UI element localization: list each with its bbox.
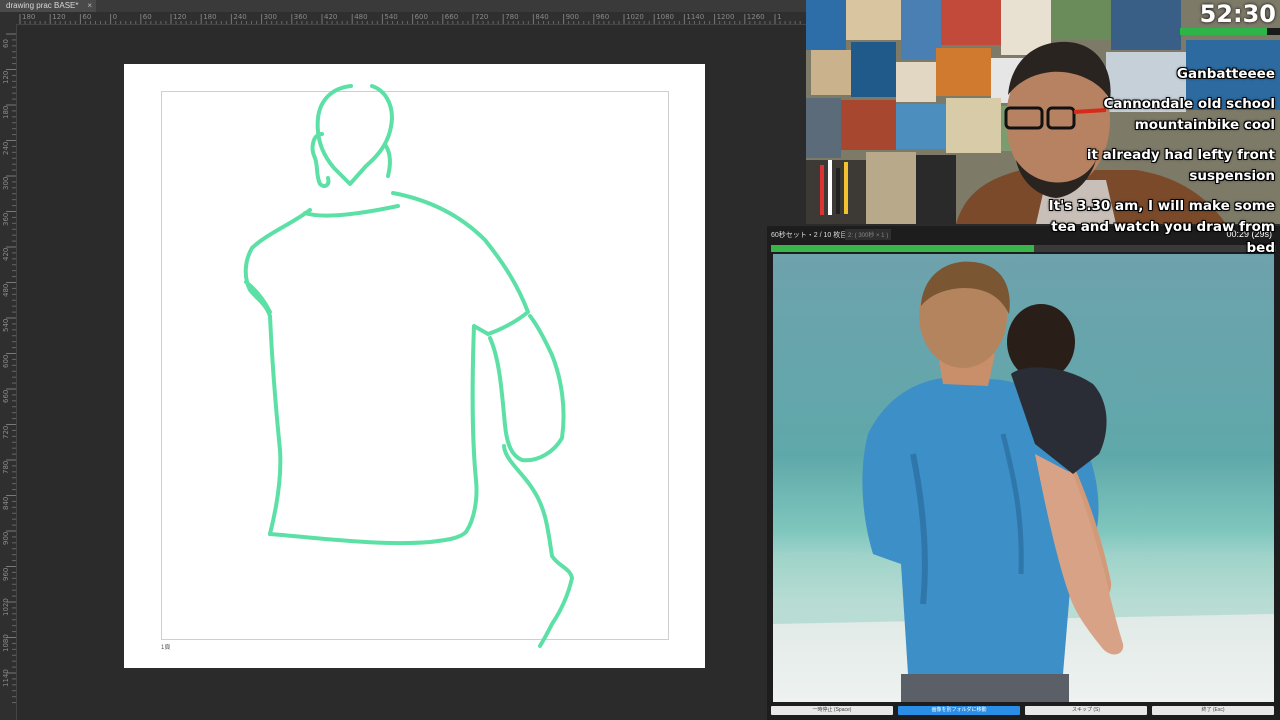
ruler-tick-label: 1260	[746, 13, 765, 21]
chat-line: tea and watch you draw from	[1051, 219, 1275, 235]
document-tab-title: drawing prac BASE*	[6, 1, 79, 10]
ruler-tick-label: 60	[2, 39, 10, 48]
page-label: 1頁	[161, 645, 171, 651]
chat-message: It's 3.30 am, I will make some tea and w…	[1049, 196, 1275, 259]
ruler-tick-label: 1080	[2, 633, 10, 652]
ruler-tick-label: 180	[2, 105, 10, 119]
chat-line: Cannondale old school	[1103, 96, 1275, 112]
timer-progress-fill	[1180, 28, 1267, 35]
ruler-tick-label: 720	[475, 13, 489, 21]
ruler-tick-label: 420	[324, 13, 338, 21]
move-image-button[interactable]: 画像を別フォルダに移動	[898, 706, 1020, 715]
ruler-tick-label: 900	[2, 531, 10, 545]
ruler-tick-label: 1	[777, 13, 782, 21]
ruler-tick-label: 180	[203, 13, 217, 21]
timer-progress-bar	[1180, 28, 1280, 35]
ruler-tick-label: 120	[52, 13, 66, 21]
ruler-tick-label: 60	[142, 13, 152, 21]
ruler-tick-label: 1140	[2, 669, 10, 687]
ruler-tick-label: 780	[505, 13, 519, 21]
set-progress-label: 60秒セット・2 / 10 枚目	[771, 232, 848, 239]
ruler-tick-label: 900	[565, 13, 579, 21]
ruler-tick-label: 780	[2, 460, 10, 474]
ruler-ticks	[19, 14, 801, 24]
ruler-tick-label: 60	[82, 13, 92, 21]
ruler-tick-label: 840	[2, 496, 10, 510]
reference-viewer: 60秒セット・2 / 10 枚目 2: ( 300秒 × 1 ) 00:29 (…	[767, 226, 1280, 720]
ruler-tick-label: 360	[293, 13, 308, 21]
chat-message: Ganbatteeee	[1177, 64, 1275, 85]
ruler-tick-label: 120	[2, 70, 10, 84]
ruler-tick-label: 720	[2, 425, 10, 439]
ruler-tick-label: 240	[233, 13, 247, 21]
exit-button[interactable]: 終了 (Esc)	[1152, 706, 1274, 715]
chat-message: it already had lefty front suspension	[1087, 145, 1275, 187]
tab-close-icon[interactable]: ×	[87, 0, 92, 12]
chat-line: it already had lefty front	[1086, 147, 1275, 163]
ruler-tick-label: 960	[595, 13, 610, 21]
ruler-tick-label: 960	[2, 567, 10, 581]
ruler-tick-label: 480	[354, 13, 368, 21]
document-tab-bar: drawing prac BASE* ×	[0, 0, 806, 12]
ruler-tick-label: 480	[2, 283, 10, 297]
document-tab[interactable]: drawing prac BASE* ×	[0, 0, 96, 12]
ruler-tick-label: 1020	[2, 598, 10, 616]
ruler-tick-label: 660	[444, 13, 459, 21]
ruler-tick-label: 540	[2, 318, 10, 332]
ruler-tick-label: 180	[22, 13, 36, 21]
image-progress-fill	[771, 245, 1034, 252]
stream-timer: 52:30	[1199, 0, 1276, 28]
horizontal-ruler: 180 120 60 0 60 120 180 240 300 360 420 480 540 600 66…	[0, 12, 806, 25]
ruler-tick-label: 600	[414, 13, 428, 21]
ruler-tick-label: 0	[112, 13, 118, 21]
ruler-tick-label: 840	[535, 13, 549, 21]
ruler-tick-label: 300	[263, 13, 277, 21]
chat-line: mountainbike cool	[1134, 117, 1275, 133]
ruler-tick-label: 660	[2, 389, 10, 403]
ruler-tick-label: 1080	[656, 13, 675, 21]
ruler-tick-label: 1140	[686, 13, 705, 21]
pause-button[interactable]: 一時停止 (Space)	[771, 706, 893, 715]
ruler-tick-label: 300	[2, 176, 10, 190]
ruler-tick-label: 120	[173, 13, 187, 21]
vertical-ruler: 60 120 180 240 300 360 420 480 540 600 660 720 780 84…	[0, 24, 17, 720]
chat-line: bed	[1246, 240, 1275, 256]
skip-button[interactable]: スキップ (S)	[1025, 706, 1147, 715]
ruler-tick-label: 360	[2, 212, 10, 226]
canvas-frame	[161, 91, 669, 640]
ruler-tick-label: 1020	[626, 13, 644, 21]
ruler-tick-label: 1200	[716, 13, 735, 21]
ruler-tick-label: 420	[2, 247, 10, 261]
chat-message: Cannondale old school mountainbike cool	[1104, 94, 1275, 136]
ruler-tick-label: 240	[2, 141, 10, 155]
chat-line: It's 3.30 am, I will make some	[1048, 198, 1275, 214]
chat-line: suspension	[1189, 168, 1275, 184]
ruler-tick-label: 540	[384, 13, 398, 21]
reference-photo	[773, 254, 1274, 702]
session-chip: 2: ( 300秒 × 1 )	[845, 229, 892, 240]
ruler-tick-label: 600	[2, 354, 10, 368]
chat-line: Ganbatteeee	[1176, 66, 1275, 82]
